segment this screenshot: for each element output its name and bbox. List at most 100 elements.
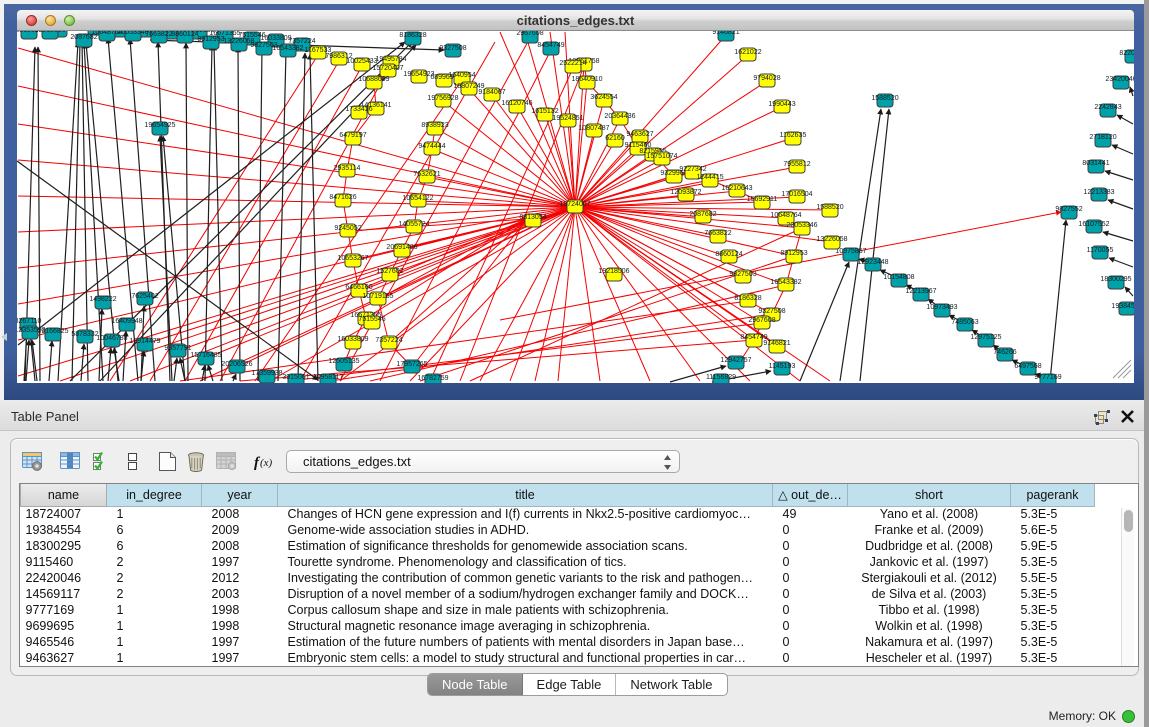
- svg-text:16543382: 16543382: [770, 279, 801, 286]
- svg-text:6479197: 6479197: [339, 132, 366, 139]
- svg-text:7955812: 7955812: [783, 161, 810, 168]
- svg-text:9827503: 9827503: [729, 271, 756, 278]
- svg-text:15716485: 15716485: [190, 352, 221, 359]
- svg-text:1170055: 1170055: [1087, 247, 1114, 254]
- svg-text:6466160: 6466160: [345, 284, 372, 291]
- svg-text:9146821: 9146821: [763, 340, 790, 347]
- svg-text:2242843: 2242843: [1094, 104, 1121, 111]
- svg-text:2718120: 2718120: [1089, 134, 1116, 141]
- svg-text:9327508: 9327508: [758, 308, 785, 315]
- svg-text:8912953: 8912953: [197, 36, 224, 43]
- svg-text:8471626: 8471626: [329, 194, 356, 201]
- svg-text:7663822: 7663822: [145, 31, 172, 38]
- svg-text:11156829: 11156829: [706, 374, 736, 381]
- svg-text:7632621: 7632621: [413, 171, 440, 178]
- svg-text:1162635: 1162635: [780, 132, 807, 139]
- svg-text:9327508: 9327508: [439, 45, 466, 52]
- svg-text:8860124: 8860124: [715, 251, 742, 258]
- svg-text:19218506: 19218506: [34, 31, 65, 34]
- svg-text:16033809: 16033809: [337, 336, 368, 343]
- svg-text:13226058: 13226058: [816, 236, 847, 243]
- svg-text:12942757: 12942757: [720, 357, 751, 364]
- svg-text:2967608: 2967608: [748, 317, 775, 324]
- svg-text:16120746: 16120746: [501, 100, 532, 107]
- svg-text:19495784: 19495784: [375, 56, 406, 63]
- svg-text:16409948: 16409948: [111, 318, 142, 325]
- svg-text:16782759: 16782759: [417, 375, 448, 382]
- svg-text:9184067: 9184067: [478, 89, 505, 96]
- svg-text:2522214: 2522214: [559, 60, 586, 67]
- svg-text:12213967: 12213967: [905, 288, 936, 295]
- svg-text:20053346: 20053346: [117, 31, 148, 36]
- svg-text:7485063: 7485063: [951, 319, 978, 326]
- svg-text:10958117: 10958117: [313, 374, 344, 381]
- svg-text:8938923: 8938923: [421, 122, 448, 129]
- svg-text:10046788: 10046788: [96, 335, 127, 342]
- svg-text:15720407: 15720407: [372, 65, 403, 72]
- svg-text:20364436: 20364436: [604, 113, 635, 120]
- svg-text:9474444: 9474444: [418, 143, 445, 150]
- svg-text:1621022: 1621022: [734, 49, 761, 56]
- svg-text:18300295: 18300295: [1100, 276, 1131, 283]
- svg-text:8186328: 8186328: [399, 32, 426, 39]
- svg-text:12505135: 12505135: [328, 358, 359, 365]
- svg-text:3624554: 3624554: [590, 94, 617, 101]
- svg-text:12975125: 12975125: [970, 334, 1001, 341]
- svg-text:19524851: 19524851: [552, 115, 583, 122]
- svg-text:20053346: 20053346: [786, 222, 817, 229]
- svg-text:10688609: 10688609: [358, 76, 389, 83]
- svg-text:9227342: 9227342: [679, 166, 706, 173]
- svg-text:1640954: 1640954: [448, 72, 475, 79]
- svg-text:10973493: 10973493: [926, 304, 957, 311]
- svg-text:19166825: 19166825: [37, 328, 68, 335]
- svg-text:10807487: 10807487: [578, 125, 609, 132]
- svg-text:1588520: 1588520: [871, 95, 898, 102]
- svg-text:10654122: 10654122: [402, 195, 433, 202]
- svg-text:12923448: 12923448: [857, 259, 888, 266]
- svg-text:16543382: 16543382: [272, 45, 303, 52]
- svg-text:10154808: 10154808: [883, 274, 914, 281]
- svg-text:1244415: 1244415: [696, 174, 723, 181]
- svg-text:19756928: 19756928: [427, 95, 458, 102]
- svg-text:8220312: 8220312: [1119, 50, 1134, 57]
- svg-text:8454749: 8454749: [537, 42, 564, 49]
- svg-text:5878332: 5878332: [71, 331, 98, 338]
- svg-text:3267110: 3267110: [17, 318, 41, 325]
- svg-text:1145193: 1145193: [769, 363, 796, 370]
- svg-text:8813054: 8813054: [519, 214, 546, 221]
- svg-text:9827552: 9827552: [1055, 206, 1082, 213]
- svg-text:19384554: 19384554: [1111, 303, 1134, 310]
- svg-text:8186328: 8186328: [734, 295, 761, 302]
- svg-text:19218506: 19218506: [598, 268, 629, 275]
- svg-text:18724007: 18724007: [559, 201, 590, 208]
- svg-text:9463627: 9463627: [626, 131, 653, 138]
- svg-text:9777169: 9777169: [1034, 374, 1061, 381]
- svg-text:20691406: 20691406: [386, 244, 417, 251]
- svg-text:9146821: 9146821: [712, 31, 739, 36]
- svg-text:16914479: 16914479: [129, 338, 160, 345]
- svg-text:8912953: 8912953: [780, 250, 807, 257]
- svg-text:2967608: 2967608: [516, 31, 543, 37]
- svg-text:10719155: 10719155: [362, 293, 393, 300]
- svg-text:2935114: 2935114: [334, 165, 361, 172]
- svg-text:19654925: 19654925: [144, 122, 175, 129]
- svg-text:1733426: 1733426: [345, 106, 372, 113]
- svg-text:6497568: 6497568: [1014, 363, 1041, 370]
- svg-text:20206526: 20206526: [221, 361, 252, 368]
- svg-text:16033809: 16033809: [260, 35, 291, 42]
- svg-text:746266: 746266: [993, 349, 1016, 356]
- svg-text:9245052: 9245052: [334, 225, 361, 232]
- svg-text:8860124: 8860124: [171, 31, 198, 38]
- svg-text:1990443: 1990443: [768, 101, 795, 108]
- svg-text:10975857: 10975857: [835, 248, 866, 255]
- svg-text:15692911: 15692911: [747, 196, 778, 203]
- svg-text:1498222: 1498222: [89, 296, 116, 303]
- svg-text:10025433: 10025433: [346, 58, 377, 65]
- svg-text:17016504: 17016504: [781, 191, 812, 198]
- svg-text:2087682: 2087682: [689, 211, 716, 218]
- svg-text:10653267: 10653267: [337, 255, 368, 262]
- svg-text:3915061: 3915061: [282, 374, 309, 381]
- svg-text:12093872: 12093872: [670, 189, 701, 196]
- svg-text:23420046: 23420046: [1105, 76, 1134, 83]
- svg-text:(x): (x): [260, 457, 273, 469]
